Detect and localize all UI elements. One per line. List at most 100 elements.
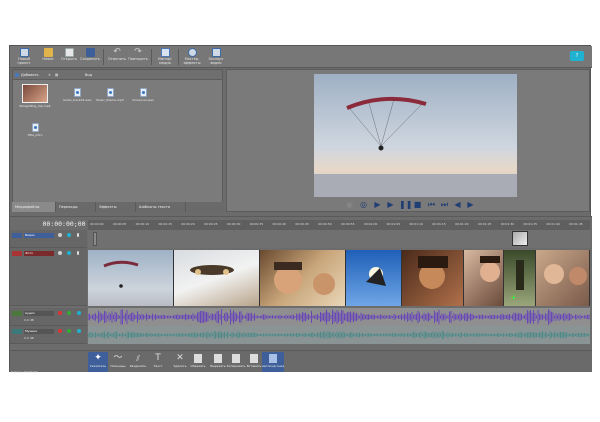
video-clip[interactable]: + — [504, 250, 536, 306]
add-media-button[interactable]: Добавить — [21, 73, 39, 77]
pause-button[interactable]: ❚❚ — [399, 200, 412, 209]
video-clip[interactable] — [260, 250, 346, 306]
delete-icon[interactable]: ✕ — [48, 73, 51, 77]
pointer-tool-button[interactable]: ✦ Указатель — [88, 352, 108, 372]
track-menu-button[interactable] — [77, 251, 79, 255]
tab-project-media[interactable]: Медиафайлы проекта — [12, 202, 56, 219]
redo-button[interactable]: ↷ Повторить — [127, 47, 149, 67]
title-file-icon — [31, 123, 39, 132]
tab-text-templates[interactable]: Шаблоны текста — [136, 202, 186, 212]
ruler-tick-label: 00:00:50 — [318, 222, 332, 226]
edit-toolbar: ✦ Указатель 〜 Ножницы ⫽ Разделить T Текс… — [10, 350, 592, 372]
trim-button[interactable]: Обрезать — [188, 352, 208, 372]
tab-effects[interactable]: Эффекты — [96, 202, 136, 212]
track-fx-button[interactable] — [67, 233, 71, 237]
scissors-tool-button[interactable]: 〜 Ножницы — [108, 352, 128, 372]
track-name-photo[interactable]: Фото — [24, 251, 54, 256]
video-clip[interactable] — [402, 250, 464, 306]
clip-thumbnail — [544, 264, 587, 285]
view-button[interactable]: Вид — [85, 73, 92, 77]
new-button[interactable]: Новое — [37, 47, 59, 67]
import-media-button[interactable]: Импорт медиа — [154, 47, 176, 67]
media-item[interactable]: Music_theme.mp3 — [96, 88, 124, 102]
music-track-icon — [12, 329, 22, 334]
prev-frame-icon: ◀ — [454, 200, 461, 209]
track-name-audio[interactable]: Аудио — [24, 311, 54, 316]
media-item[interactable]: Audio_track01.wav — [63, 88, 92, 102]
export-icon — [211, 48, 221, 57]
auto-ripple-icon — [269, 354, 277, 363]
solo-button[interactable] — [67, 329, 71, 333]
go-to-end-button[interactable]: ⏭ — [440, 200, 449, 209]
loop-button[interactable]: ◎ — [359, 200, 368, 209]
ruler-tick-label: 00:00:00 — [90, 222, 104, 226]
media-item[interactable]: Paragliding_clip.mp4 — [19, 84, 51, 108]
ruler-tick-label: 00:00:30 — [226, 222, 241, 226]
stop-button[interactable]: ■ — [413, 200, 422, 209]
text-button[interactable]: T Текст — [148, 352, 168, 372]
tab-transitions[interactable]: Переходы — [56, 202, 96, 212]
next-frame-button[interactable]: ▶ — [466, 200, 475, 209]
video-clip[interactable] — [346, 250, 402, 306]
clip-thumbnail — [480, 256, 500, 282]
add-media-icon[interactable] — [15, 73, 19, 77]
copy-icon — [232, 354, 240, 363]
video-clip[interactable] — [174, 250, 260, 306]
ruler-tick-label: 00:01:10 — [409, 222, 423, 226]
play-from-start-button[interactable]: ▶ — [373, 200, 382, 209]
clip-thumbnail — [190, 265, 234, 275]
undo-icon: ↶ — [113, 47, 121, 57]
undo-button[interactable]: ↶ Отменить — [106, 47, 128, 67]
video-clip[interactable] — [464, 250, 504, 306]
go-end-icon: ⏭ — [440, 200, 449, 209]
save-button[interactable]: Сохранить — [79, 47, 101, 67]
preview-image — [314, 74, 517, 197]
next-frame-icon: ▶ — [467, 200, 474, 209]
add-track-button[interactable] — [58, 233, 62, 237]
split-icon: ⫽ — [136, 354, 140, 363]
wizard-button[interactable]: Мастер-эффекты — [181, 47, 203, 67]
audio-waveform[interactable] — [88, 308, 590, 326]
media-item[interactable]: Voiceover.wav — [129, 88, 157, 102]
delete-button[interactable]: ✕ Удалить — [170, 352, 190, 372]
new-project-button[interactable]: Новый проект — [13, 47, 35, 67]
ruler-tick-label: 00:00:15 — [158, 222, 172, 226]
auto-ripple-button[interactable]: Автоподгонка — [262, 352, 284, 372]
track-name-video[interactable]: Видео — [24, 233, 54, 238]
ruler-tick-label: 00:00:35 — [249, 222, 264, 226]
record-button[interactable]: ◉ — [345, 200, 354, 209]
record-icon: ◉ — [346, 200, 353, 209]
cut-button[interactable]: Вырезать — [208, 352, 228, 372]
media-item[interactable]: Title_intro — [21, 123, 49, 137]
redo-icon: ↷ — [134, 47, 142, 57]
solo-button[interactable] — [67, 311, 71, 315]
audio-fx-button[interactable] — [77, 329, 81, 333]
track-menu-button[interactable] — [77, 233, 79, 237]
open-button[interactable]: Открыть — [58, 47, 80, 67]
mute-button[interactable] — [58, 311, 62, 315]
music-waveform[interactable] — [88, 326, 590, 344]
play-icon: ▶ — [387, 200, 394, 209]
split-button[interactable]: ⫽ Разделить — [128, 352, 148, 372]
paste-button[interactable]: Вставить — [244, 352, 264, 372]
play-button[interactable]: ▶ — [386, 200, 395, 209]
video-clip[interactable] — [536, 250, 590, 306]
track-fx-button[interactable] — [67, 251, 71, 255]
copy-button[interactable]: Копировать — [226, 352, 246, 372]
import-icon — [160, 48, 170, 57]
mute-button[interactable] — [58, 329, 62, 333]
timeline: 00:00:00;00 00:00:00 00:00:05 00:00:10 00:0… — [10, 216, 592, 350]
time-ruler[interactable]: 00:00:00 00:00:05 00:00:10 00:00:15 00:00:20… — [88, 220, 590, 230]
add-track-button[interactable] — [58, 251, 62, 255]
export-video-button[interactable]: Экспорт видео — [205, 47, 227, 67]
prev-frame-button[interactable]: ◀ — [453, 200, 462, 209]
grid-icon[interactable]: ▦ — [55, 73, 58, 77]
loop-icon: ◎ — [360, 200, 367, 209]
video-clip[interactable] — [88, 250, 174, 306]
clip-thumbnail — [418, 256, 448, 289]
track-name-music[interactable]: Музыка — [24, 329, 54, 334]
audio-fx-button[interactable] — [77, 311, 81, 315]
help-button[interactable]: ? — [570, 51, 584, 61]
go-to-start-button[interactable]: ⏮ — [427, 200, 436, 209]
project-media-pane: Добавить ✕ ▦ Вид Paragliding_clip.mp4 Au… — [12, 69, 223, 212]
